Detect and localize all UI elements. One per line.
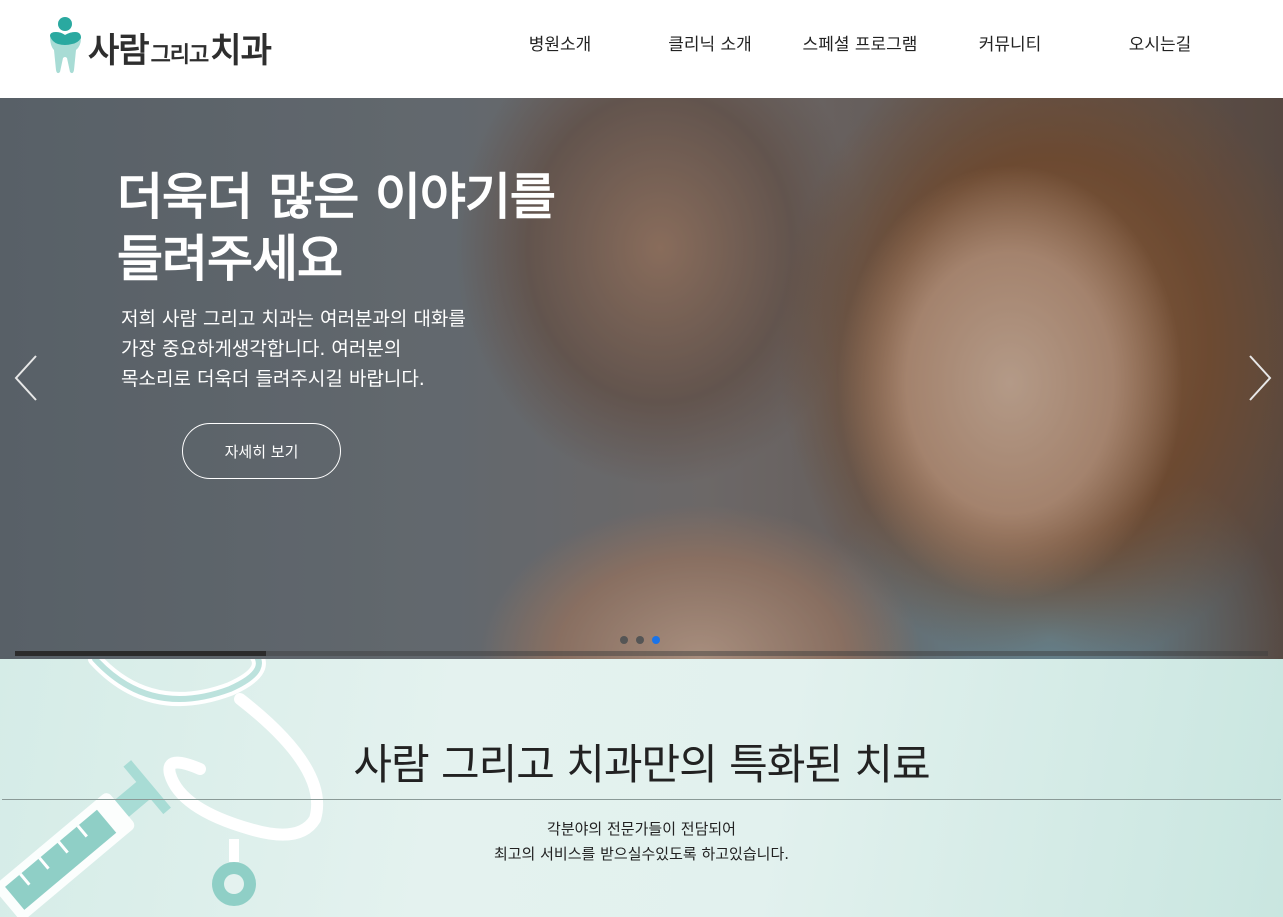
main-nav: 병원소개 클리닉 소개 스페셜 프로그램 커뮤니티 오시는길 <box>0 30 1283 55</box>
view-details-button[interactable]: 자세히 보기 <box>182 423 341 479</box>
hero-description: 저희 사람 그리고 치과는 여러분과의 대화를 가장 중요하게생각합니다. 여러… <box>121 304 466 394</box>
hero-content: 더욱더 많은 이야기를 들려주세요 저희 사람 그리고 치과는 여러분과의 대화… <box>0 98 1283 659</box>
slider-pagination <box>620 636 660 644</box>
section-title: 사람 그리고 치과만의 특화된 치료 <box>353 740 930 789</box>
section-text-line-2: 최고의 서비스를 받으실수있도록 하고있습니다. <box>493 845 790 863</box>
hero-desc-line-1: 저희 사람 그리고 치과는 여러분과의 대화를 <box>121 308 466 330</box>
nav-item-hospital-intro[interactable]: 병원소개 <box>529 30 592 55</box>
slider-progress-fill <box>15 651 266 656</box>
hero-title: 더욱더 많은 이야기를 들려주세요 <box>117 166 556 290</box>
nav-item-community[interactable]: 커뮤니티 <box>979 30 1042 55</box>
hero-title-line-1: 더욱더 많은 이야기를 <box>117 168 556 226</box>
nav-item-clinic-intro[interactable]: 클리닉 소개 <box>668 30 752 55</box>
slider-dot-2[interactable] <box>636 636 644 644</box>
specialty-section: 사람 그리고 치과만의 특화된 치료 각분야의 전문가들이 전담되어 최고의 서… <box>0 659 1283 917</box>
slider-dot-3[interactable] <box>652 636 660 644</box>
hero-title-line-2: 들려주세요 <box>117 230 343 288</box>
section-text-line-1: 각분야의 전문가들이 전담되어 <box>547 820 736 838</box>
hero-slider: 더욱더 많은 이야기를 들려주세요 저희 사람 그리고 치과는 여러분과의 대화… <box>0 98 1283 659</box>
nav-item-special-program[interactable]: 스페셜 프로그램 <box>803 30 918 55</box>
hero-desc-line-3: 목소리로 더욱더 들려주시길 바랍니다. <box>121 368 425 390</box>
nav-item-directions[interactable]: 오시는길 <box>1129 30 1192 55</box>
section-description: 각분야의 전문가들이 전담되어 최고의 서비스를 받으실수있도록 하고있습니다. <box>0 817 1283 867</box>
slider-progress-track <box>15 651 1268 656</box>
section-divider <box>2 799 1281 800</box>
chevron-right-icon[interactable] <box>1244 353 1274 403</box>
hero-desc-line-2: 가장 중요하게생각합니다. 여러분의 <box>121 338 402 360</box>
site-header: 사람 그리고 치과 병원소개 클리닉 소개 스페셜 프로그램 커뮤니티 오시는길 <box>0 0 1283 98</box>
chevron-left-icon[interactable] <box>12 353 42 403</box>
slider-dot-1[interactable] <box>620 636 628 644</box>
